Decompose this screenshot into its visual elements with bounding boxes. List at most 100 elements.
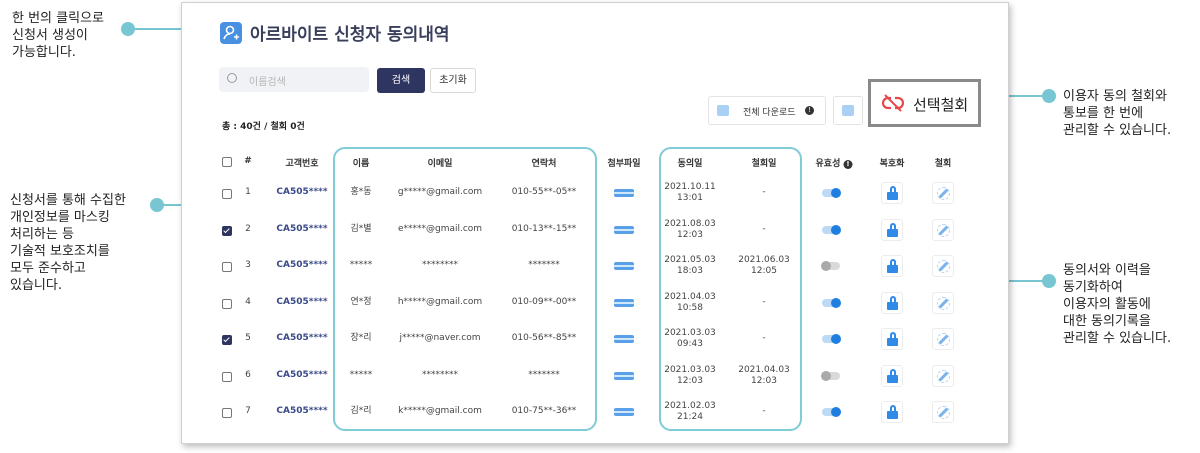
restore-lock-button[interactable] [881,328,903,350]
consent-date: 2021.10.11 [664,182,716,192]
header-customer-id: 고객번호 [285,159,319,169]
row-consent-date: 2021.04.03 10:58 [664,292,716,314]
restore-lock-button[interactable] [881,255,903,277]
row-consent-date: 2021.08.03 12:03 [664,219,716,241]
row-checkbox[interactable] [222,371,232,382]
row-checkbox[interactable] [222,225,232,236]
toggle-knob [831,188,841,198]
row-phone: 010-56**-85** [511,333,577,343]
attachment-file-icon[interactable] [614,189,634,197]
attachment-file-icon[interactable] [614,225,634,234]
restore-lock-button[interactable] [881,291,903,314]
download-all-button[interactable]: 전체 다운로드 ! [708,96,826,125]
header-name: 이름 [352,159,370,169]
customer-id-link[interactable]: CA505**** [276,333,327,344]
row-phone: 010-55**-05** [511,187,577,197]
validity-toggle[interactable] [822,297,841,308]
customer-id-link[interactable]: CA505**** [276,187,327,198]
withdraw-date: - [762,406,766,416]
download-button-2[interactable] [833,96,863,125]
row-index: 2 [245,223,251,234]
toggle-knob [831,407,841,417]
withdraw-row-button[interactable] [932,182,954,204]
row-email: ******** [422,369,458,380]
select-all-checkbox[interactable] [222,157,232,167]
header-withdraw-date: 철회일 [751,159,777,169]
validity-toggle[interactable] [822,334,841,344]
row-withdraw-date: 2021.04.03 12:03 [738,365,790,387]
row-phone: 010-13**-15** [511,223,577,234]
consent-time: 21:24 [677,412,703,422]
row-email: e*****@gmail.com [397,223,483,234]
row-withdraw-date: - [762,224,765,235]
withdraw-row-button[interactable] [932,255,954,277]
header-validity-label: 유효성 [815,159,841,169]
customer-id-link[interactable]: CA505**** [276,260,327,271]
header-phone: 연락처 [531,159,557,169]
row-email: h*****@gmail.com [397,296,483,307]
row-checkbox[interactable] [222,189,232,199]
validity-toggle[interactable] [821,370,840,381]
toggle-knob [831,334,841,344]
withdraw-row-button[interactable] [932,291,954,314]
row-withdraw-date: - [762,406,765,417]
withdraw-row-button[interactable] [932,218,954,241]
consent-date: 2021.03.03 [664,328,716,338]
row-index: 6 [245,369,251,380]
attachment-file-icon[interactable] [614,335,634,343]
download-icon [717,105,729,116]
row-index: 1 [245,187,251,197]
withdraw-selected-label: 선택철회 [913,96,969,114]
info-icon: ! [805,106,814,115]
customer-id-link[interactable]: CA505**** [276,370,327,381]
restore-lock-button[interactable] [881,218,903,241]
attachment-file-icon[interactable] [614,262,634,270]
consent-time: 12:03 [677,229,703,240]
row-checkbox[interactable] [222,262,232,272]
row-consent-date: 2021.02.03 21:24 [664,401,716,423]
withdraw-date: 2021.06.03 [738,255,790,265]
validity-toggle[interactable] [822,407,841,417]
reset-button[interactable]: 초기화 [430,68,476,93]
row-email: g*****@gmail.com [397,187,483,197]
withdraw-row-button[interactable] [932,364,954,387]
customer-id-link[interactable]: CA505**** [276,224,327,235]
validity-toggle[interactable] [822,188,841,198]
restore-lock-button[interactable] [881,401,903,423]
row-withdraw-date: 2021.06.03 12:05 [738,255,790,277]
customer-id-link[interactable]: CA505**** [276,297,327,308]
lock-body [887,228,898,237]
attachment-file-icon[interactable] [614,371,634,380]
consent-time: 18:03 [677,266,703,276]
restore-lock-button[interactable] [881,364,903,387]
toggle-knob [831,297,841,308]
row-index: 7 [245,406,251,416]
validity-toggle[interactable] [822,224,841,235]
attachment-file-icon[interactable] [614,298,634,307]
consent-time: 09:43 [677,339,703,349]
row-checkbox[interactable] [222,408,232,418]
validity-toggle[interactable] [821,261,840,271]
restore-lock-button[interactable] [881,182,903,204]
consent-time: 13:01 [677,193,703,203]
row-consent-date: 2021.10.11 13:01 [664,182,716,204]
search-input[interactable]: 이름검색 [219,67,369,92]
toggle-knob [821,370,831,381]
withdraw-row-button[interactable] [932,328,954,350]
row-name: 연*정 [350,296,372,307]
attachment-file-icon[interactable] [614,408,634,416]
consent-time: 12:03 [677,375,703,386]
customer-id-link[interactable]: CA505**** [276,406,327,417]
lock-body [887,192,898,200]
withdraw-date: - [762,187,766,197]
unlink-icon [882,94,904,112]
row-index: 3 [245,260,251,270]
row-checkbox[interactable] [222,335,232,345]
row-checkbox[interactable] [222,298,232,309]
search-button[interactable]: 검색 [377,68,425,93]
withdraw-row-button[interactable] [932,401,954,423]
row-phone: 010-09**-00** [511,296,577,307]
header-consent-date: 동의일 [677,159,703,169]
withdraw-selected-button[interactable]: 선택철회 [868,79,981,127]
toggle-knob [821,261,831,271]
